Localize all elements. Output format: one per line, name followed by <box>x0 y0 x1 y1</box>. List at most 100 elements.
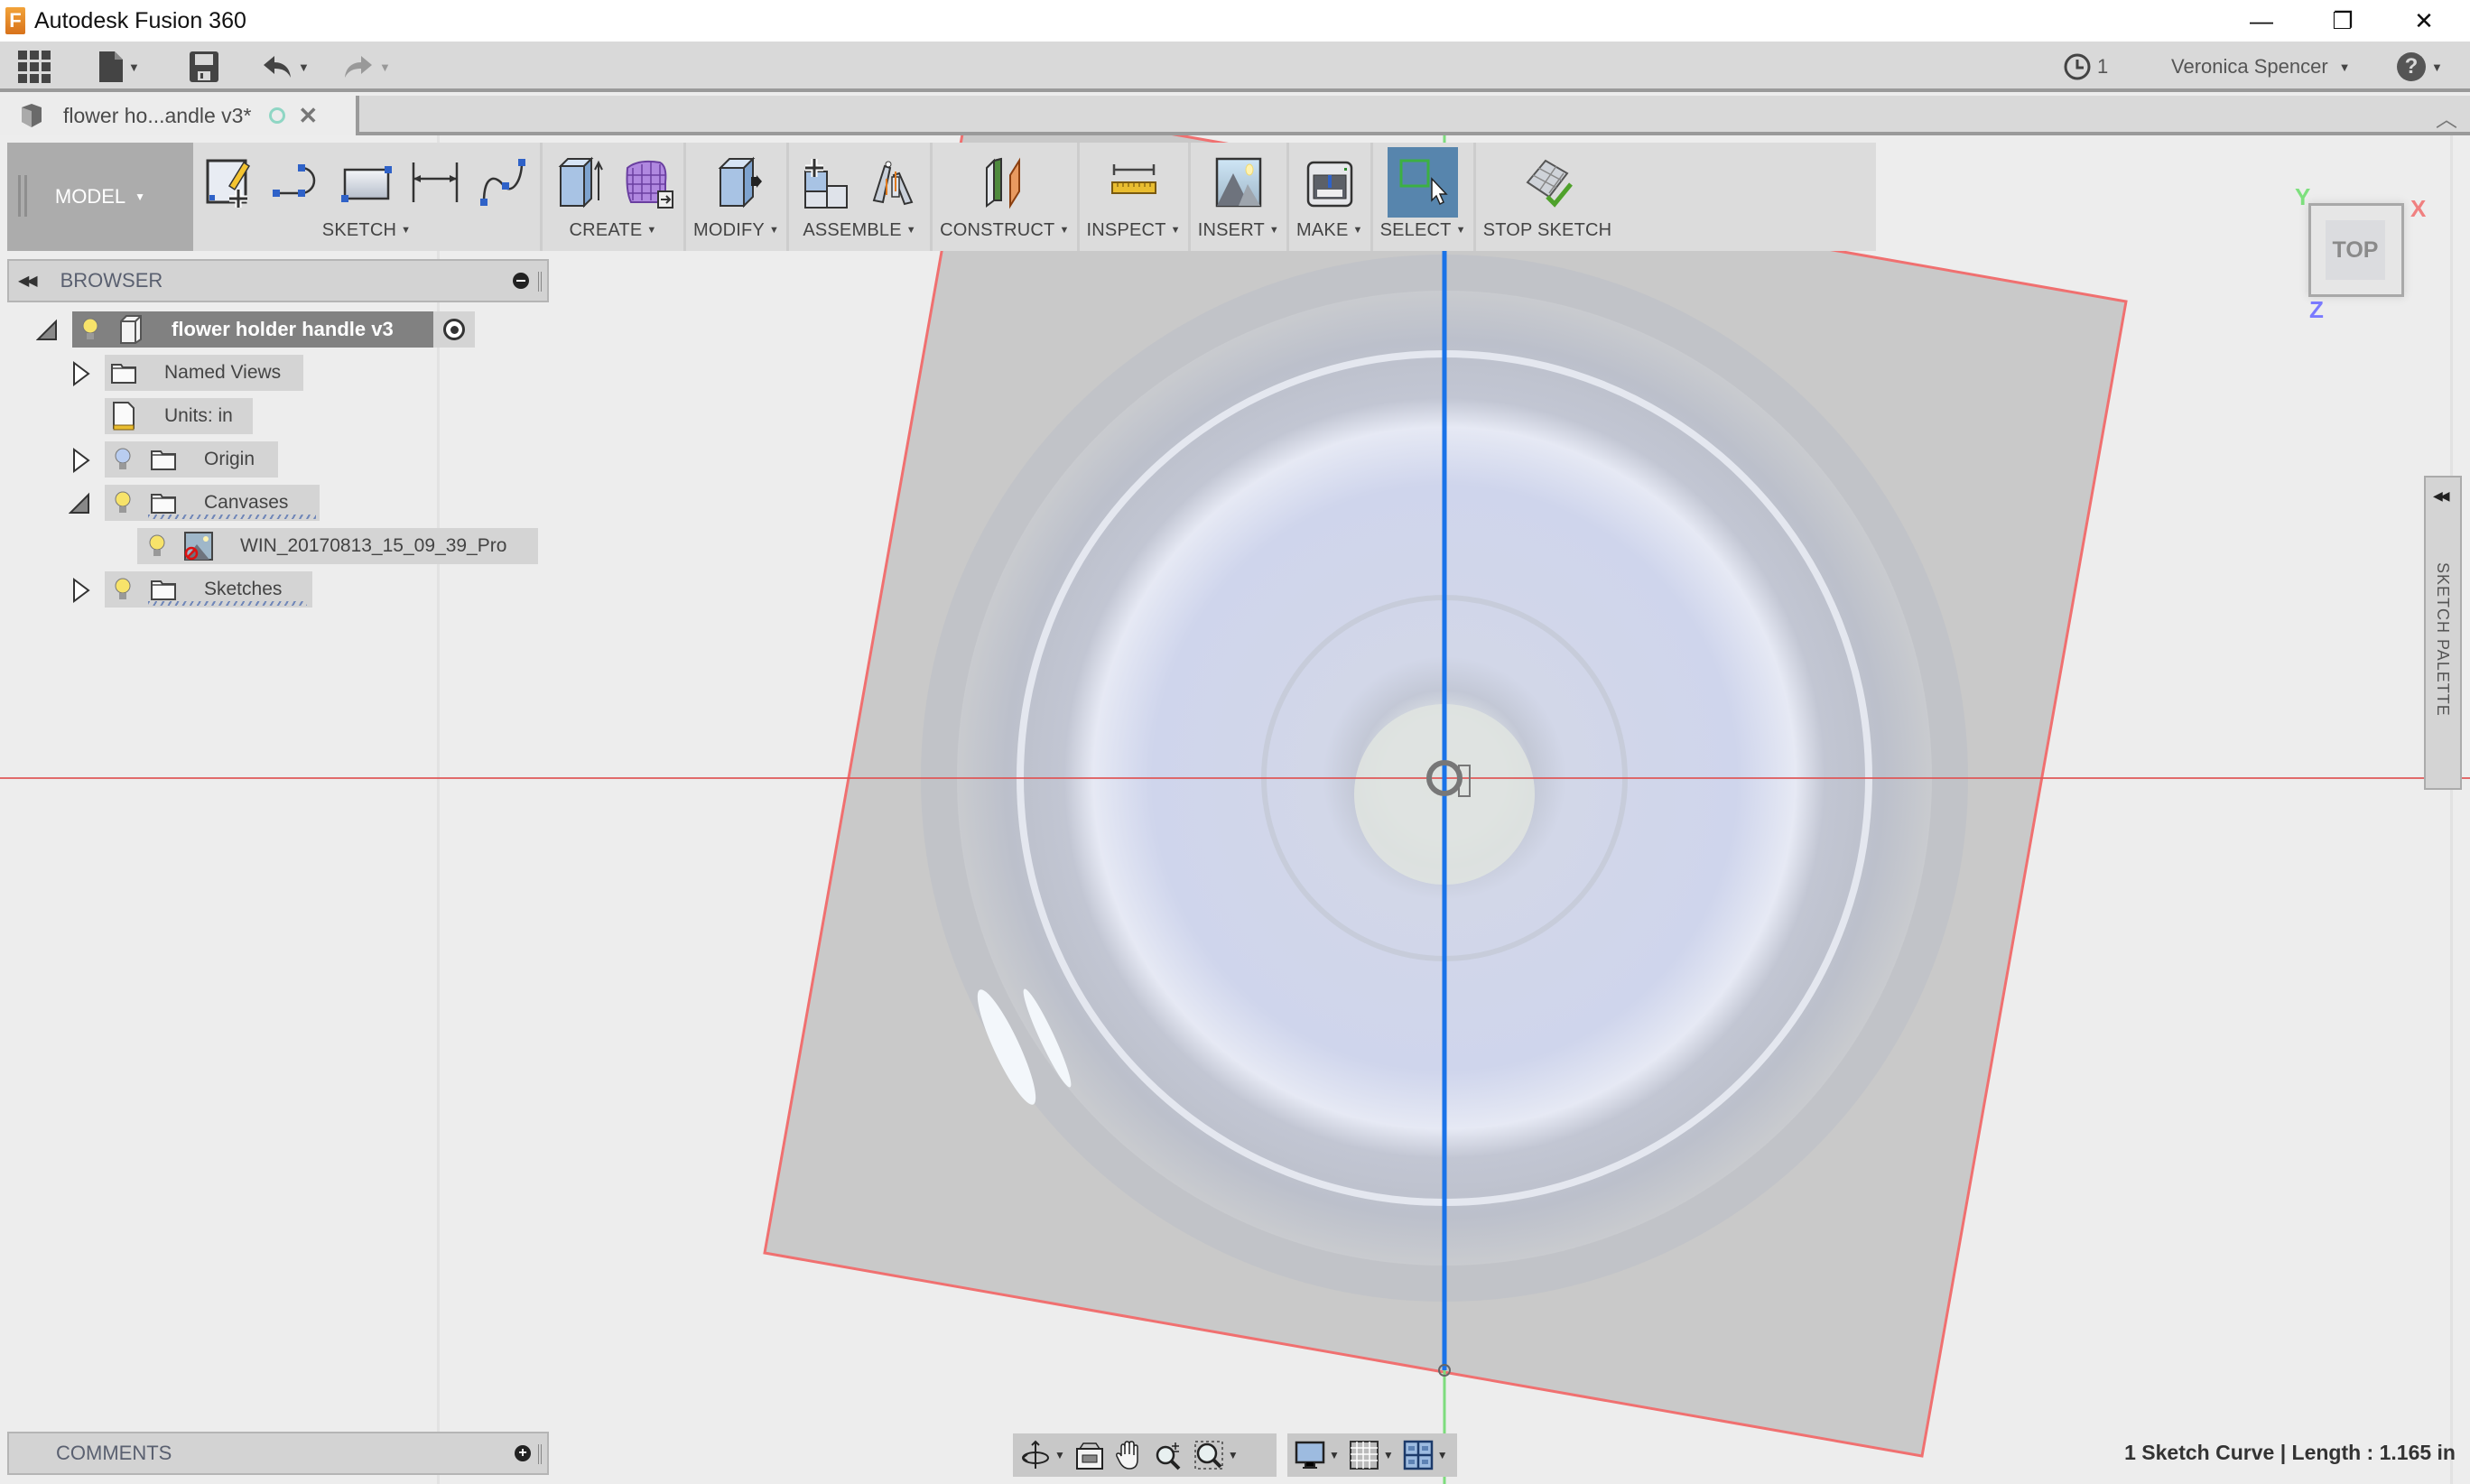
grid-settings-button[interactable]: ▼ <box>1349 1437 1394 1473</box>
collapsed-triangle-icon[interactable] <box>70 361 92 386</box>
viewports-button[interactable]: ▼ <box>1403 1437 1448 1473</box>
expanded-triangle-icon[interactable] <box>69 491 90 516</box>
orbit-button[interactable]: ▼ <box>1020 1437 1065 1473</box>
construct-group: CONSTRUCT ▼ <box>930 143 1076 251</box>
spline-icon <box>480 159 525 206</box>
stop-sketch-label[interactable]: STOP SKETCH <box>1483 217 1612 244</box>
inspect-menu[interactable]: INSPECT ▼ <box>1087 217 1181 244</box>
measure-ruler-icon <box>1110 164 1156 194</box>
assemble-group: ASSEMBLE ▼ <box>786 143 930 251</box>
zoom-window-icon <box>1194 1441 1223 1470</box>
zoom-button[interactable] <box>1154 1437 1184 1473</box>
select-menu-label: SELECT <box>1379 219 1452 240</box>
sketch-menu[interactable]: SKETCH ▼ <box>322 217 411 244</box>
browser-minimize-icon[interactable] <box>513 273 529 289</box>
sketch-dimension-button[interactable] <box>406 153 464 211</box>
folder-icon <box>151 450 176 470</box>
chevron-down-icon: ▼ <box>1059 225 1070 236</box>
visibility-bulb-on-icon[interactable] <box>148 533 166 559</box>
create-sketch-button[interactable] <box>200 153 258 211</box>
create-form-button[interactable] <box>618 153 676 211</box>
construct-menu[interactable]: CONSTRUCT ▼ <box>940 217 1069 244</box>
modify-menu-label: MODIFY <box>693 219 765 240</box>
3d-print-button[interactable] <box>1301 153 1359 211</box>
folder-icon <box>151 580 176 600</box>
wavy-underline <box>148 515 316 519</box>
sketch-palette-collapsed[interactable]: ◀◀ SKETCH PALETTE <box>2424 476 2462 790</box>
visibility-bulb-on-icon[interactable] <box>81 317 99 342</box>
browser-panel-header: ◀◀ BROWSER <box>7 259 549 302</box>
display-settings-button[interactable]: ▼ <box>1295 1437 1340 1473</box>
sketch-group: SKETCH ▼ <box>193 143 540 251</box>
select-button[interactable] <box>1388 147 1459 218</box>
zoom-icon <box>1156 1442 1181 1470</box>
component-icon <box>120 315 142 344</box>
viewcube-top-face[interactable]: TOP <box>2326 220 2385 280</box>
insert-group: INSERT ▼ <box>1187 143 1286 251</box>
folder-icon <box>111 364 136 384</box>
grid-snap-icon <box>1349 1441 1379 1470</box>
offset-plane-icon <box>985 157 1020 209</box>
line-tool-button[interactable] <box>269 153 327 211</box>
new-component-icon <box>804 159 849 209</box>
insert-menu[interactable]: INSERT ▼ <box>1198 217 1279 244</box>
create-menu-label: CREATE <box>569 219 643 240</box>
press-pull-button[interactable] <box>708 153 766 211</box>
insert-menu-label: INSERT <box>1197 219 1265 240</box>
create-group: CREATE ▼ <box>540 143 683 251</box>
pan-hand-icon <box>1115 1441 1138 1470</box>
stop-sketch-button[interactable] <box>1518 153 1576 211</box>
stop-sketch-checkmark-icon <box>1526 159 1573 208</box>
browser-resize-handle[interactable] <box>538 272 542 292</box>
collapsed-triangle-icon[interactable] <box>70 578 92 603</box>
expand-palette-icon[interactable]: ◀◀ <box>2433 488 2449 504</box>
chevron-down-icon: ▼ <box>1455 225 1466 236</box>
toolbar-grip-handle[interactable] <box>18 175 27 217</box>
make-group: MAKE ▼ <box>1286 143 1370 251</box>
fit-button[interactable]: ▼ <box>1193 1437 1239 1473</box>
collapsed-triangle-icon[interactable] <box>70 448 92 473</box>
canvas-image-icon <box>184 532 213 561</box>
new-component-button[interactable] <box>796 153 854 211</box>
visibility-bulb-on-icon[interactable] <box>114 490 132 515</box>
chevron-down-icon: ▼ <box>1436 1449 1448 1461</box>
select-menu[interactable]: SELECT ▼ <box>1380 217 1466 244</box>
stop-sketch-group: STOP SKETCH <box>1472 143 1620 251</box>
create-menu[interactable]: CREATE ▼ <box>570 217 657 244</box>
spline-tool-button[interactable] <box>475 153 533 211</box>
expanded-triangle-icon[interactable] <box>36 318 58 343</box>
offset-plane-button[interactable] <box>976 153 1034 211</box>
chevron-down-icon: ▼ <box>646 225 657 236</box>
make-menu[interactable]: MAKE ▼ <box>1296 217 1363 244</box>
extrude-button[interactable] <box>550 153 608 211</box>
visibility-bulb-on-icon[interactable] <box>114 577 132 602</box>
navigation-bar: ▼ ▼ <box>1013 1433 1277 1477</box>
chevron-down-icon: ▼ <box>1227 1449 1239 1461</box>
workspace-switcher[interactable]: MODEL ▼ <box>7 143 193 251</box>
viewcube[interactable]: TOP <box>2308 203 2404 297</box>
chevron-down-icon: ▼ <box>1054 1449 1065 1461</box>
visibility-bulb-off-icon[interactable] <box>114 447 132 472</box>
rectangle-tool-button[interactable] <box>338 153 395 211</box>
comments-resize-handle[interactable] <box>538 1444 542 1464</box>
activate-component-radio[interactable] <box>433 311 475 348</box>
add-comment-icon[interactable]: + <box>515 1445 531 1461</box>
look-at-button[interactable] <box>1074 1437 1105 1473</box>
collapse-browser-icon[interactable]: ◀◀ <box>18 272 38 290</box>
assemble-menu[interactable]: ASSEMBLE ▼ <box>803 217 916 244</box>
assemble-menu-label: ASSEMBLE <box>803 219 902 240</box>
monitor-icon <box>1295 1441 1325 1469</box>
extrude-icon <box>558 156 603 209</box>
radio-active-icon <box>443 319 465 340</box>
line-arc-icon <box>273 164 316 197</box>
modify-group: MODIFY ▼ <box>683 143 786 251</box>
comments-panel: COMMENTS + <box>7 1432 549 1475</box>
workspace-label: MODEL <box>54 185 126 208</box>
wavy-underline <box>148 601 307 606</box>
pan-button[interactable] <box>1114 1437 1145 1473</box>
insert-canvas-button[interactable] <box>1210 153 1268 211</box>
modify-menu[interactable]: MODIFY ▼ <box>693 217 779 244</box>
joint-button[interactable] <box>865 153 923 211</box>
measure-button[interactable] <box>1105 153 1163 211</box>
chevron-down-icon: ▼ <box>1329 1449 1340 1461</box>
